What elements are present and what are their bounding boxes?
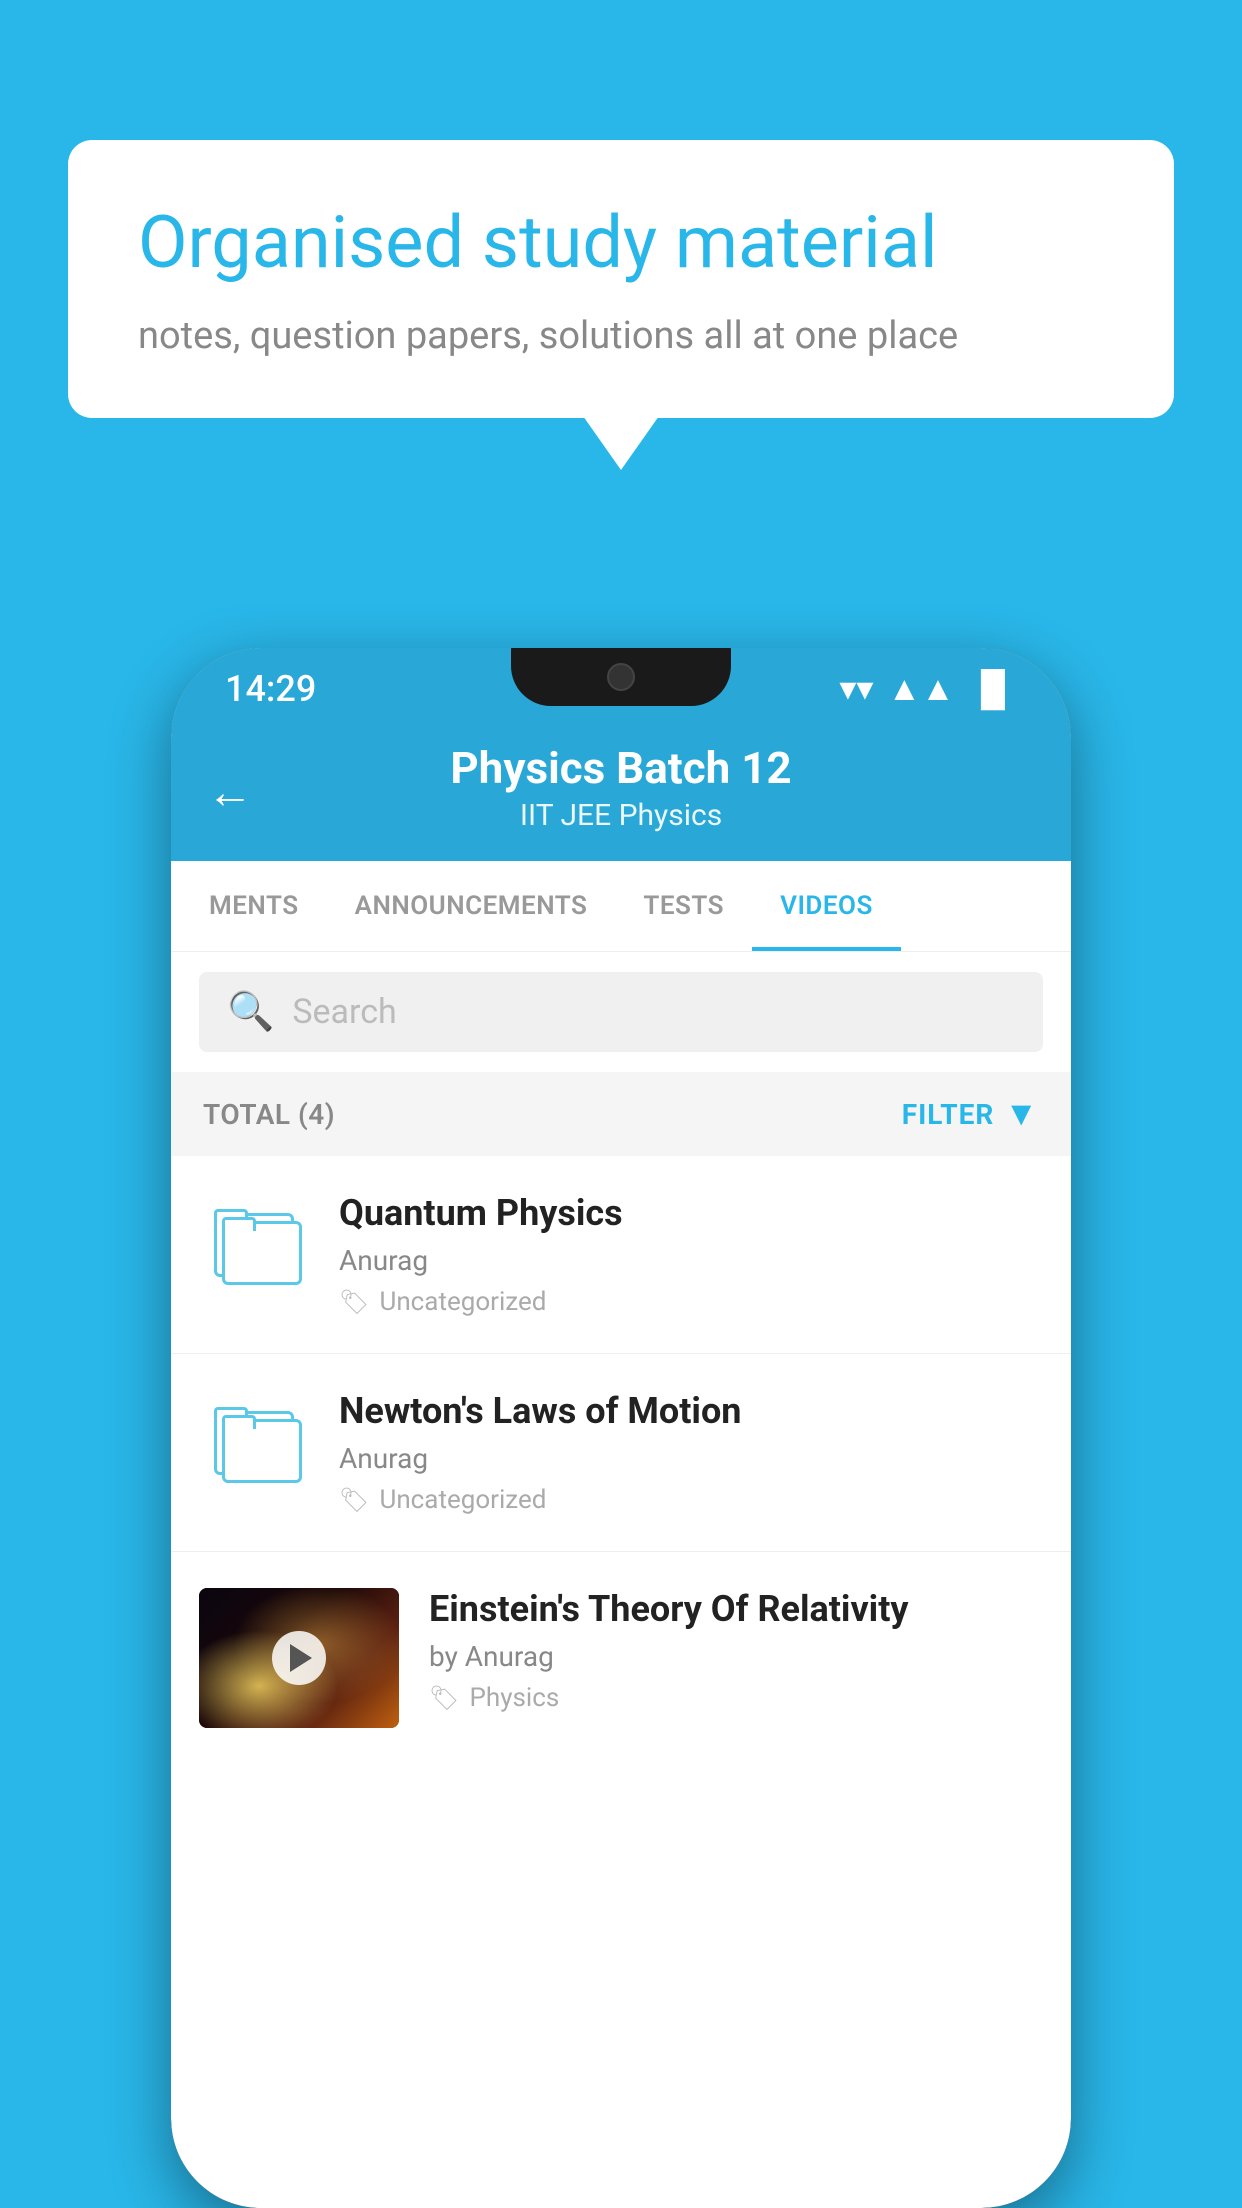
total-count: TOTAL (4) (203, 1098, 335, 1131)
tag-label: Uncategorized (379, 1485, 546, 1515)
filter-funnel-icon: ▼ (1004, 1094, 1039, 1134)
list-item[interactable]: Quantum Physics Anurag 🏷 Uncategorized (171, 1156, 1071, 1354)
tab-announcements[interactable]: ANNOUNCEMENTS (327, 861, 616, 951)
bubble-subtitle: notes, question papers, solutions all at… (138, 314, 1104, 358)
item-info: Einstein's Theory Of Relativity by Anura… (429, 1588, 1043, 1713)
tab-ments[interactable]: MENTS (181, 861, 327, 951)
header-title: Physics Batch 12 (450, 742, 791, 794)
signal-icon: ▲▲ (888, 669, 955, 709)
list-item[interactable]: Newton's Laws of Motion Anurag 🏷 Uncateg… (171, 1354, 1071, 1552)
tab-videos[interactable]: VIDEOS (752, 861, 901, 951)
item-icon (199, 1192, 309, 1302)
status-icons: ▾▾ ▲▲ ▐▌ (839, 669, 1017, 709)
item-title: Quantum Physics (339, 1192, 1043, 1234)
filter-button[interactable]: FILTER ▼ (902, 1094, 1039, 1134)
video-thumbnail (199, 1588, 399, 1728)
item-info: Quantum Physics Anurag 🏷 Uncategorized (339, 1192, 1043, 1317)
tag-icon: 🏷 (429, 1684, 459, 1712)
battery-icon: ▐▌ (969, 669, 1017, 709)
header-subtitle-part2: Physics (619, 798, 723, 833)
filter-bar: TOTAL (4) FILTER ▼ (171, 1072, 1071, 1156)
play-icon (290, 1644, 312, 1672)
bubble-title: Organised study material (138, 200, 1104, 286)
item-icon (199, 1390, 309, 1500)
speech-bubble: Organised study material notes, question… (68, 140, 1174, 418)
phone-content: 🔍 Search TOTAL (4) FILTER ▼ (171, 952, 1071, 1764)
status-time: 14:29 (225, 668, 316, 710)
header-subtitle-part1: IIT JEE (520, 798, 611, 833)
search-container: 🔍 Search (171, 952, 1071, 1072)
speech-bubble-container: Organised study material notes, question… (68, 140, 1174, 418)
search-icon: 🔍 (227, 990, 274, 1034)
video-list: Quantum Physics Anurag 🏷 Uncategorized (171, 1156, 1071, 1764)
phone-frame: 14:29 ▾▾ ▲▲ ▐▌ ← Physics Batch 12 IIT JE… (171, 648, 1071, 2208)
phone-outer: 14:29 ▾▾ ▲▲ ▐▌ ← Physics Batch 12 IIT JE… (171, 648, 1071, 2208)
tag-label: Uncategorized (379, 1287, 546, 1317)
list-item[interactable]: Einstein's Theory Of Relativity by Anura… (171, 1552, 1071, 1764)
item-tag: 🏷 Physics (429, 1683, 1043, 1713)
item-title: Newton's Laws of Motion (339, 1390, 1043, 1432)
item-info: Newton's Laws of Motion Anurag 🏷 Uncateg… (339, 1390, 1043, 1515)
tag-label: Physics (469, 1683, 559, 1713)
front-camera (607, 663, 635, 691)
back-button[interactable]: ← (207, 764, 253, 819)
app-header: ← Physics Batch 12 IIT JEE Physics (171, 722, 1071, 861)
search-placeholder: Search (292, 992, 396, 1032)
play-button[interactable] (272, 1631, 326, 1685)
item-author: by Anurag (429, 1640, 1043, 1673)
header-subtitle: IIT JEE Physics (450, 798, 791, 833)
item-title: Einstein's Theory Of Relativity (429, 1588, 1043, 1630)
header-center: Physics Batch 12 IIT JEE Physics (450, 742, 791, 833)
phone-notch (511, 648, 731, 706)
tab-tests[interactable]: TESTS (615, 861, 752, 951)
item-tag: 🏷 Uncategorized (339, 1287, 1043, 1317)
item-author: Anurag (339, 1442, 1043, 1475)
search-box[interactable]: 🔍 Search (199, 972, 1043, 1052)
phone-screen: 14:29 ▾▾ ▲▲ ▐▌ ← Physics Batch 12 IIT JE… (171, 648, 1071, 2208)
tag-icon: 🏷 (339, 1486, 369, 1514)
item-author: Anurag (339, 1244, 1043, 1277)
tabs-bar: MENTS ANNOUNCEMENTS TESTS VIDEOS (171, 861, 1071, 952)
filter-label: FILTER (902, 1098, 995, 1131)
tag-icon: 🏷 (339, 1288, 369, 1316)
wifi-icon: ▾▾ (839, 669, 873, 709)
item-tag: 🏷 Uncategorized (339, 1485, 1043, 1515)
